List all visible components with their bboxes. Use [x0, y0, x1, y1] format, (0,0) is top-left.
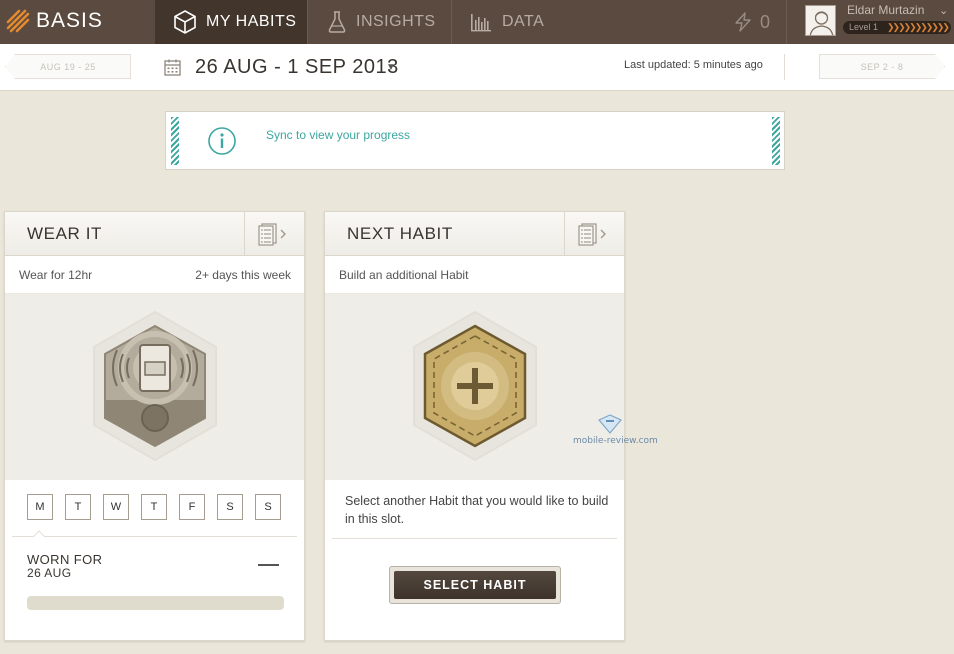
- sync-banner: Sync to view your progress: [165, 111, 785, 170]
- watermark-logo-icon: [598, 414, 622, 434]
- info-icon: [208, 127, 236, 155]
- habit-select-panel: Select another Habit that you would like…: [325, 480, 624, 640]
- level-label: Level 1: [849, 22, 879, 32]
- habit-details-button[interactable]: [244, 212, 304, 255]
- tab-label: INSIGHTS: [356, 13, 436, 30]
- divider: [332, 538, 617, 539]
- day-friday[interactable]: F: [179, 494, 205, 520]
- habit-subtitle: Build an additional Habit: [339, 268, 469, 282]
- flask-icon: [328, 11, 346, 33]
- top-nav-bar: BASIS MY HABITS INSIGHTS DATA 0 Eldar Mu…: [0, 0, 954, 44]
- week-progress-panel: M T W T F S S WORN FOR 26 AUG: [5, 480, 304, 640]
- user-name: Eldar Murtazin: [847, 3, 925, 17]
- worn-for-label: WORN FOR: [27, 552, 103, 567]
- calendar-icon[interactable]: [164, 59, 181, 76]
- bar-chart-icon: [471, 14, 491, 32]
- select-habit-label: SELECT HABIT: [394, 571, 556, 599]
- habit-goal: Wear for 12hr: [19, 268, 93, 282]
- tab-insights[interactable]: INSIGHTS: [308, 0, 451, 44]
- day-tuesday[interactable]: T: [65, 494, 91, 520]
- worn-duration-empty: [258, 564, 279, 566]
- badge-area: [325, 294, 624, 480]
- banner-stripe: [171, 117, 179, 165]
- card-subheader: Wear for 12hr 2+ days this week: [5, 256, 304, 294]
- lightning-bolt-icon: [735, 12, 751, 32]
- card-subheader: Build an additional Habit: [325, 256, 624, 294]
- chevron-down-icon[interactable]: ▼: [386, 62, 396, 73]
- select-habit-button[interactable]: SELECT HABIT: [389, 566, 561, 604]
- basis-logo-icon: [6, 9, 30, 33]
- habit-description: Select another Habit that you would like…: [345, 494, 609, 526]
- sync-message-link[interactable]: Sync to view your progress: [266, 128, 410, 142]
- habit-frequency: 2+ days this week: [195, 268, 291, 282]
- level-progress: Level 1 ❯❯❯❯❯❯❯❯❯❯❯: [843, 21, 951, 34]
- date-range-picker[interactable]: 26 AUG - 1 SEP 2013: [195, 56, 399, 79]
- habit-card-wear-it: WEAR IT Wear for 12hr 2+ days this week: [4, 211, 305, 641]
- selected-day-pointer: [33, 530, 45, 542]
- last-updated-text: Last updated: 5 minutes ago: [624, 59, 763, 71]
- user-silhouette-icon: [809, 11, 834, 35]
- week-navigation-bar: AUG 19 - 25 26 AUG - 1 SEP 2013 ▼ Last u…: [0, 44, 954, 91]
- card-header: WEAR IT: [5, 212, 304, 256]
- day-sunday[interactable]: S: [255, 494, 281, 520]
- tab-my-habits[interactable]: MY HABITS: [155, 0, 307, 44]
- divider: [784, 54, 785, 80]
- tab-data[interactable]: DATA: [452, 0, 572, 44]
- avatar: [805, 5, 836, 36]
- tab-label: MY HABITS: [206, 13, 297, 30]
- banner-stripe: [772, 117, 780, 165]
- list-document-icon: [578, 223, 606, 246]
- divider: [12, 536, 297, 537]
- level-chevrons-icon: ❯❯❯❯❯❯❯❯❯❯❯: [887, 22, 950, 32]
- day-saturday[interactable]: S: [217, 494, 243, 520]
- points-value: 0: [760, 11, 771, 32]
- hexagon-cube-icon: [174, 10, 196, 34]
- weekday-row: M T W T F S S: [27, 494, 281, 520]
- habit-details-button[interactable]: [564, 212, 624, 255]
- watch-badge-icon: [93, 310, 217, 462]
- add-habit-badge-icon: [413, 310, 537, 462]
- points-counter[interactable]: 0: [734, 0, 770, 44]
- badge-area: [5, 294, 304, 480]
- logo-text: BASIS: [36, 9, 103, 32]
- day-wednesday[interactable]: W: [103, 494, 129, 520]
- next-week-button[interactable]: SEP 2 - 8: [819, 54, 945, 79]
- list-document-icon: [258, 223, 286, 246]
- day-thursday[interactable]: T: [141, 494, 167, 520]
- habit-card-next-habit: NEXT HABIT Build an additional Habit Sel…: [324, 211, 625, 641]
- watermark-text: mobile-review.com: [573, 436, 658, 446]
- chevron-down-icon[interactable]: ⌄: [939, 4, 948, 17]
- card-header: NEXT HABIT: [325, 212, 624, 256]
- card-title: WEAR IT: [27, 224, 103, 243]
- user-menu[interactable]: Eldar Murtazin ⌄ Level 1 ❯❯❯❯❯❯❯❯❯❯❯: [786, 0, 954, 44]
- card-title: NEXT HABIT: [347, 224, 453, 243]
- wear-progress-bar: [27, 596, 284, 610]
- basis-logo[interactable]: BASIS: [6, 8, 103, 34]
- prev-week-button[interactable]: AUG 19 - 25: [5, 54, 131, 79]
- day-monday[interactable]: M: [27, 494, 53, 520]
- tab-label: DATA: [502, 13, 545, 30]
- worn-date: 26 AUG: [27, 566, 72, 580]
